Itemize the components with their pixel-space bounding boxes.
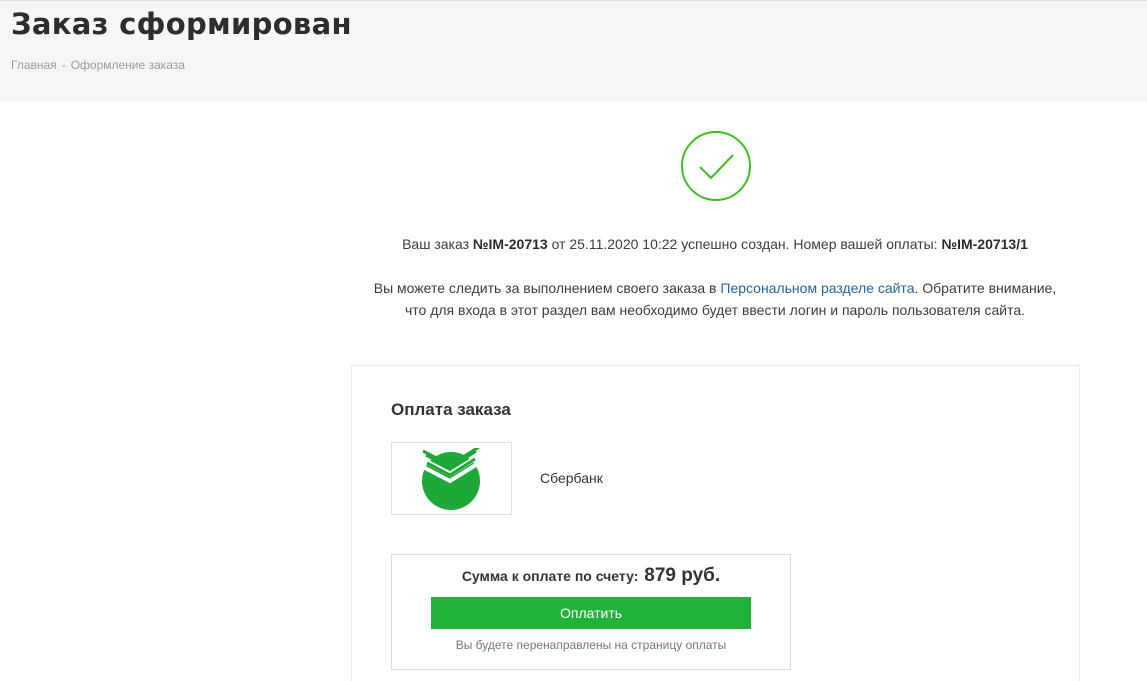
order-number: №IM-20713 <box>472 236 548 252</box>
payment-title: Оплата заказа <box>391 400 511 419</box>
page: Заказ сформирован Главная - Оформление зак… <box>0 0 1147 681</box>
breadcrumb-home-link[interactable]: Главная <box>11 58 57 72</box>
page-title: Заказ сформирован <box>11 7 352 41</box>
payment-sum-value: 879 руб. <box>644 565 721 586</box>
payment-panel: Оплата заказа Сбербанк Сумма к оплате по… <box>351 365 1080 681</box>
payment-sum-box: Сумма к оплате по счету: 879 руб. Оплати… <box>391 554 791 670</box>
payment-method-name: Сбербанк <box>540 470 603 486</box>
payment-number: №IM-20713/1 <box>941 236 1028 252</box>
sberbank-logo-icon <box>421 448 481 510</box>
tracking-message-prefix: Вы можете следить за выполнением своего … <box>373 280 721 296</box>
order-message-middle: от 25.11.2020 10:22 успешно создан. Номе… <box>547 236 942 252</box>
payment-method-logo-box <box>391 442 512 515</box>
tracking-message-suffix: . Обратите внимание, <box>914 280 1057 296</box>
personal-section-link[interactable]: Персональном разделе сайта <box>720 280 914 296</box>
pay-button[interactable]: Оплатить <box>431 597 751 629</box>
order-tracking-message: Вы можете следить за выполнением своего … <box>340 277 1090 321</box>
page-header: Заказ сформирован Главная - Оформление зак… <box>0 1 1147 102</box>
payment-sum-label: Сумма к оплате по счету: <box>461 568 639 584</box>
breadcrumb-current: Оформление заказа <box>70 58 185 72</box>
order-created-message: Ваш заказ №IM-20713 от 25.11.2020 10:22 … <box>340 233 1090 255</box>
checkmark-circle-icon <box>681 131 751 201</box>
order-message-prefix: Ваш заказ <box>402 236 473 252</box>
breadcrumb: Главная - Оформление заказа <box>11 58 185 72</box>
breadcrumb-separator: - <box>61 58 66 72</box>
tracking-message-line2: что для входа в этот раздел вам необходи… <box>404 302 1026 318</box>
payment-sum-line: Сумма к оплате по счету: 879 руб. <box>392 565 790 587</box>
redirect-note: Вы будете перенаправлены на страницу опл… <box>455 638 727 652</box>
